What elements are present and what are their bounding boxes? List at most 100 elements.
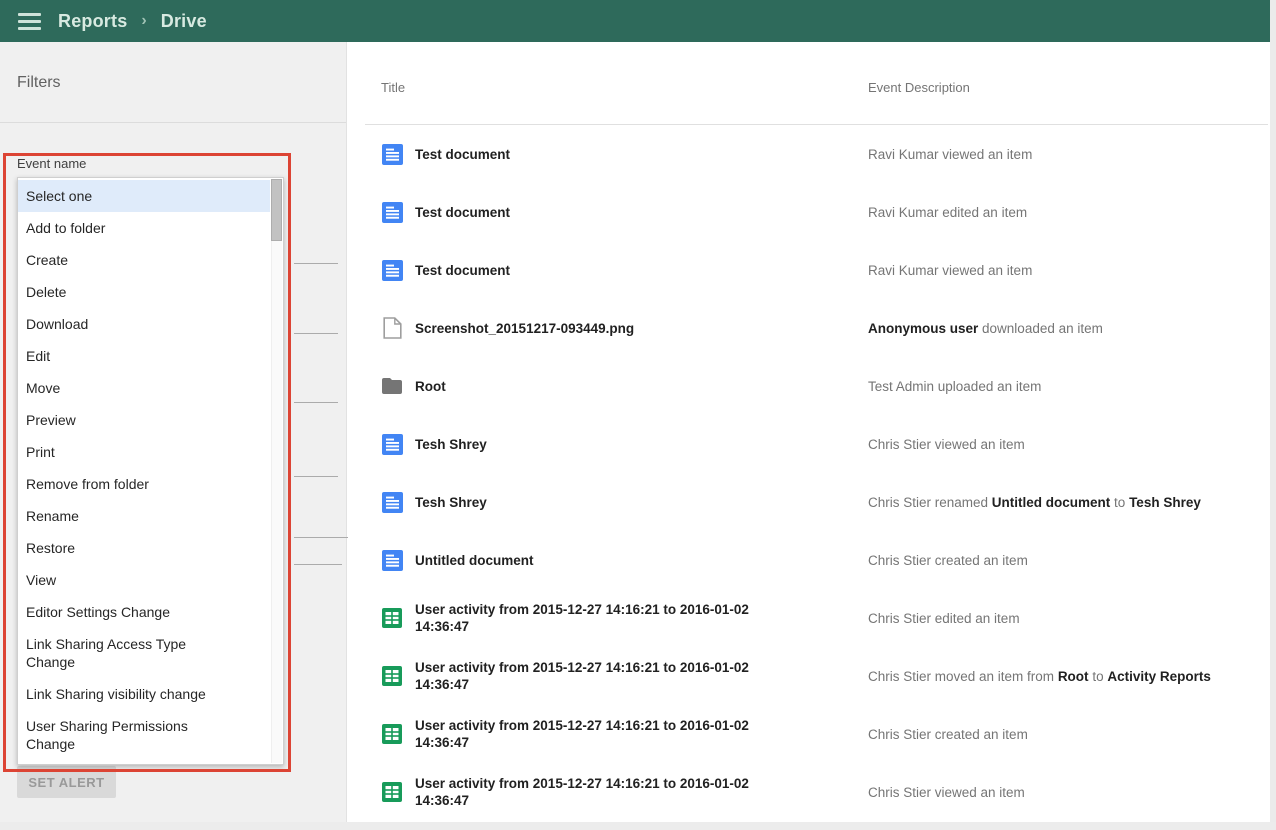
- docs-icon: [381, 433, 403, 455]
- event-description: Chris Stier renamed Untitled document to…: [868, 494, 1201, 510]
- event-option-item[interactable]: View: [18, 564, 270, 596]
- item-title: User activity from 2015-12-27 14:16:21 t…: [415, 602, 749, 634]
- table-row[interactable]: Test document Ravi Kumar edited an item: [348, 183, 1270, 241]
- item-title: User activity from 2015-12-27 14:16:21 t…: [415, 776, 749, 808]
- item-title: Tesh Shrey: [415, 436, 487, 452]
- docs-icon: [381, 491, 403, 513]
- event-option-item[interactable]: Select one: [18, 180, 270, 212]
- column-header-title: Title: [381, 80, 406, 95]
- event-description: Chris Stier created an item: [868, 726, 1028, 742]
- item-title: Test document: [415, 146, 511, 162]
- hidden-filter-underline: [294, 564, 342, 565]
- title-cell: Root: [348, 375, 868, 397]
- event-option-item[interactable]: Edit: [18, 340, 270, 372]
- table-row[interactable]: User activity from 2015-12-27 14:16:21 t…: [348, 589, 1270, 647]
- top-app-bar: Reports › Drive: [0, 0, 1270, 42]
- hidden-filter-underline: [294, 476, 338, 477]
- event-option-item[interactable]: Download: [18, 308, 270, 340]
- table-row[interactable]: Tesh Shrey Chris Stier viewed an item: [348, 415, 1270, 473]
- hidden-filter-underline: [294, 263, 338, 264]
- event-option-item[interactable]: Print: [18, 436, 270, 468]
- sheets-icon: [381, 723, 403, 745]
- event-name-listbox: Select one Add to folder Create Delete Downl…: [18, 178, 283, 760]
- event-option-item[interactable]: Rename: [18, 500, 270, 532]
- filters-heading: Filters: [17, 74, 61, 91]
- event-name-dropdown: Select one Add to folder Create Delete Downl…: [17, 177, 284, 765]
- item-title: Screenshot_20151217-093449.png: [415, 320, 635, 336]
- table-row[interactable]: Tesh Shrey Chris Stier renamed Untitled …: [348, 473, 1270, 531]
- title-cell: Test document: [348, 143, 868, 165]
- sheets-icon: [381, 781, 403, 803]
- dropdown-scrollbar-track[interactable]: [271, 179, 282, 763]
- event-option-item[interactable]: Link Sharing visibility change: [18, 678, 270, 710]
- item-title: User activity from 2015-12-27 14:16:21 t…: [415, 660, 749, 692]
- event-option-item[interactable]: Preview: [18, 404, 270, 436]
- event-description: Ravi Kumar edited an item: [868, 204, 1028, 220]
- title-cell: Tesh Shrey: [348, 491, 868, 513]
- file-icon: [381, 317, 403, 339]
- table-row[interactable]: User activity from 2015-12-27 14:16:21 t…: [348, 763, 1270, 821]
- event-description: Chris Stier edited an item: [868, 610, 1020, 626]
- event-option-item[interactable]: Move: [18, 372, 270, 404]
- docs-icon: [381, 549, 403, 571]
- event-option-item[interactable]: Link Sharing Access Type Change: [18, 628, 270, 678]
- event-description: Chris Stier viewed an item: [868, 436, 1025, 452]
- table-row[interactable]: Test document Ravi Kumar viewed an item: [348, 125, 1270, 183]
- page-right-edge: [1270, 0, 1276, 830]
- breadcrumb-reports[interactable]: Reports: [58, 11, 127, 32]
- item-title: Test document: [415, 204, 511, 220]
- table-row[interactable]: Root Test Admin uploaded an item: [348, 357, 1270, 415]
- chevron-right-icon: ›: [141, 12, 147, 29]
- event-description: Ravi Kumar viewed an item: [868, 146, 1033, 162]
- table-row[interactable]: User activity from 2015-12-27 14:16:21 t…: [348, 647, 1270, 705]
- filters-panel: Filters Event name Select one Add to fold…: [0, 42, 358, 822]
- table-row[interactable]: Untitled document Chris Stier created an…: [348, 531, 1270, 589]
- filters-divider: [0, 122, 346, 123]
- table-row[interactable]: User activity from 2015-12-27 14:16:21 t…: [348, 705, 1270, 763]
- docs-icon: [381, 143, 403, 165]
- event-description: Test Admin uploaded an item: [868, 378, 1042, 394]
- event-name-label: Event name: [17, 156, 87, 171]
- title-cell: Test document: [348, 259, 868, 281]
- item-title: User activity from 2015-12-27 14:16:21 t…: [415, 718, 749, 750]
- title-cell: User activity from 2015-12-27 14:16:21 t…: [348, 775, 868, 809]
- item-title: Root: [415, 378, 446, 394]
- dropdown-scrollbar-thumb[interactable]: [271, 179, 282, 241]
- event-option-item[interactable]: Delete: [18, 276, 270, 308]
- hidden-filter-underline: [294, 402, 338, 403]
- event-option-item[interactable]: Remove from folder: [18, 468, 270, 500]
- admin-reports-drive-page: Reports › Drive Filters Event name Selec…: [0, 0, 1276, 830]
- breadcrumb: Reports › Drive: [58, 11, 207, 32]
- event-description: Ravi Kumar viewed an item: [868, 262, 1033, 278]
- title-cell: Test document: [348, 201, 868, 223]
- column-header-event-description: Event Description: [868, 80, 970, 95]
- folder-icon: [381, 375, 403, 397]
- title-cell: User activity from 2015-12-27 14:16:21 t…: [348, 601, 868, 635]
- events-report-area: Title Event Description Test document Ra…: [348, 42, 1270, 822]
- set-alert-button[interactable]: SET ALERT: [17, 766, 116, 798]
- item-title: Tesh Shrey: [415, 494, 487, 510]
- event-option-item[interactable]: Add to folder: [18, 212, 270, 244]
- docs-icon: [381, 259, 403, 281]
- page-bottom-edge: [0, 822, 1276, 830]
- title-cell: Tesh Shrey: [348, 433, 868, 455]
- event-option-item[interactable]: Editor Settings Change: [18, 596, 270, 628]
- event-option-item[interactable]: Create: [18, 244, 270, 276]
- breadcrumb-drive: Drive: [160, 10, 207, 31]
- event-option-item[interactable]: Restore: [18, 532, 270, 564]
- sheets-icon: [381, 665, 403, 687]
- table-row[interactable]: Screenshot_20151217-093449.png Anonymous…: [348, 299, 1270, 357]
- event-description: Chris Stier created an item: [868, 552, 1028, 568]
- sheets-icon: [381, 607, 403, 629]
- event-option-item[interactable]: User Sharing Permissions Change: [18, 710, 270, 760]
- table-row[interactable]: Test document Ravi Kumar viewed an item: [348, 241, 1270, 299]
- title-cell: Screenshot_20151217-093449.png: [348, 317, 868, 339]
- item-title: Untitled document: [415, 552, 534, 568]
- title-cell: User activity from 2015-12-27 14:16:21 t…: [348, 717, 868, 751]
- title-cell: Untitled document: [348, 549, 868, 571]
- event-description: Chris Stier moved an item from Root to A…: [868, 668, 1211, 684]
- event-description: Chris Stier viewed an item: [868, 784, 1025, 800]
- events-table-body: Test document Ravi Kumar viewed an item …: [348, 125, 1270, 821]
- item-title: Test document: [415, 262, 511, 278]
- menu-hamburger-icon[interactable]: [18, 12, 41, 30]
